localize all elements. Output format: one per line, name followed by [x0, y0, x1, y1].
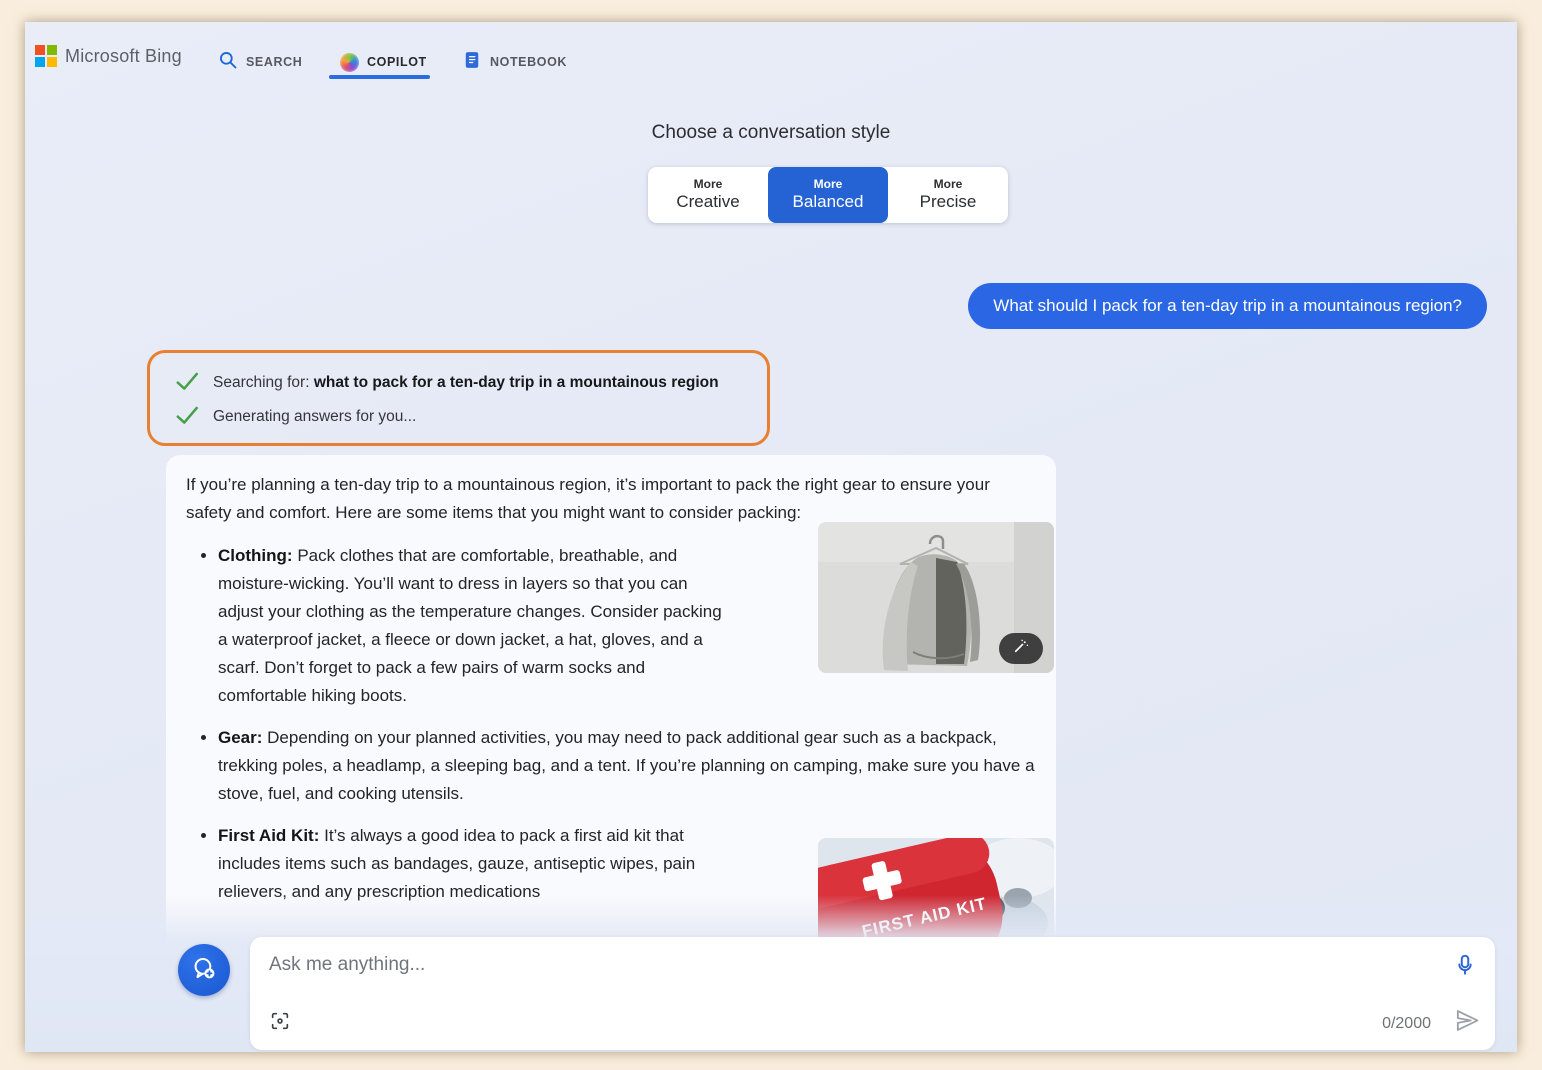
microsoft-logo-icon[interactable]	[35, 45, 57, 67]
tab-notebook-label: NOTEBOOK	[490, 55, 567, 69]
image-edit-button[interactable]	[999, 633, 1043, 664]
screenshot-frame: { "header": { "brand": "Microsoft Bing",…	[0, 0, 1542, 1070]
chat-bubble-plus-icon	[191, 955, 217, 986]
notebook-icon	[462, 50, 482, 75]
status-generating-text: Generating answers for you...	[213, 408, 416, 426]
chat-input-box[interactable]: Ask me anything... 0/2000	[250, 937, 1495, 1050]
tab-search[interactable]: SEARCH	[218, 50, 302, 74]
user-message-bubble: What should I pack for a ten-day trip in…	[968, 283, 1487, 329]
style-option-balanced[interactable]: More Balanced	[768, 167, 888, 223]
answer-bullet-first-aid: First Aid Kit: It’s always a good idea t…	[218, 822, 723, 906]
answer-intro: If you’re planning a ten-day trip to a m…	[186, 471, 1038, 527]
character-counter: 0/2000	[1382, 1015, 1431, 1033]
chat-input-placeholder[interactable]: Ask me anything...	[269, 954, 425, 976]
status-generating-row: Generating answers for you...	[174, 400, 767, 434]
check-icon	[174, 402, 200, 433]
search-icon	[218, 50, 238, 75]
tab-search-label: SEARCH	[246, 55, 302, 69]
visual-search-icon[interactable]	[269, 1010, 291, 1037]
send-icon[interactable]	[1454, 1007, 1481, 1039]
status-searching-row: Searching for: what to pack for a ten-da…	[174, 366, 767, 400]
status-highlight-box: Searching for: what to pack for a ten-da…	[147, 350, 770, 446]
tab-notebook[interactable]: NOTEBOOK	[462, 50, 567, 74]
status-searching-text: Searching for: what to pack for a ten-da…	[213, 374, 719, 392]
copilot-icon	[340, 53, 359, 72]
check-icon	[174, 368, 200, 399]
active-tab-underline	[329, 75, 430, 79]
brand-title: Microsoft Bing	[65, 46, 182, 67]
tab-copilot-label: COPILOT	[367, 55, 427, 69]
answer-bullet-clothing: Clothing: Pack clothes that are comforta…	[218, 542, 723, 710]
style-option-creative[interactable]: More Creative	[648, 167, 768, 223]
new-topic-button[interactable]	[178, 944, 230, 996]
style-option-precise[interactable]: More Precise	[888, 167, 1008, 223]
conversation-style-toggle: More Creative More Balanced More Precise	[648, 167, 1008, 223]
bing-app-window: Microsoft Bing SEARCH COPILOT NOTEBOOK C…	[25, 22, 1517, 1052]
conversation-style-title: Choose a conversation style	[25, 122, 1517, 144]
tab-copilot[interactable]: COPILOT	[340, 50, 427, 74]
microphone-icon[interactable]	[1452, 952, 1478, 983]
copilot-answer-card: If you’re planning a ten-day trip to a m…	[166, 455, 1056, 955]
jacket-photo[interactable]	[818, 522, 1054, 673]
user-message-text: What should I pack for a ten-day trip in…	[993, 296, 1462, 316]
magic-wand-icon	[1012, 637, 1030, 660]
answer-bullet-gear: Gear: Depending on your planned activiti…	[218, 724, 1048, 808]
